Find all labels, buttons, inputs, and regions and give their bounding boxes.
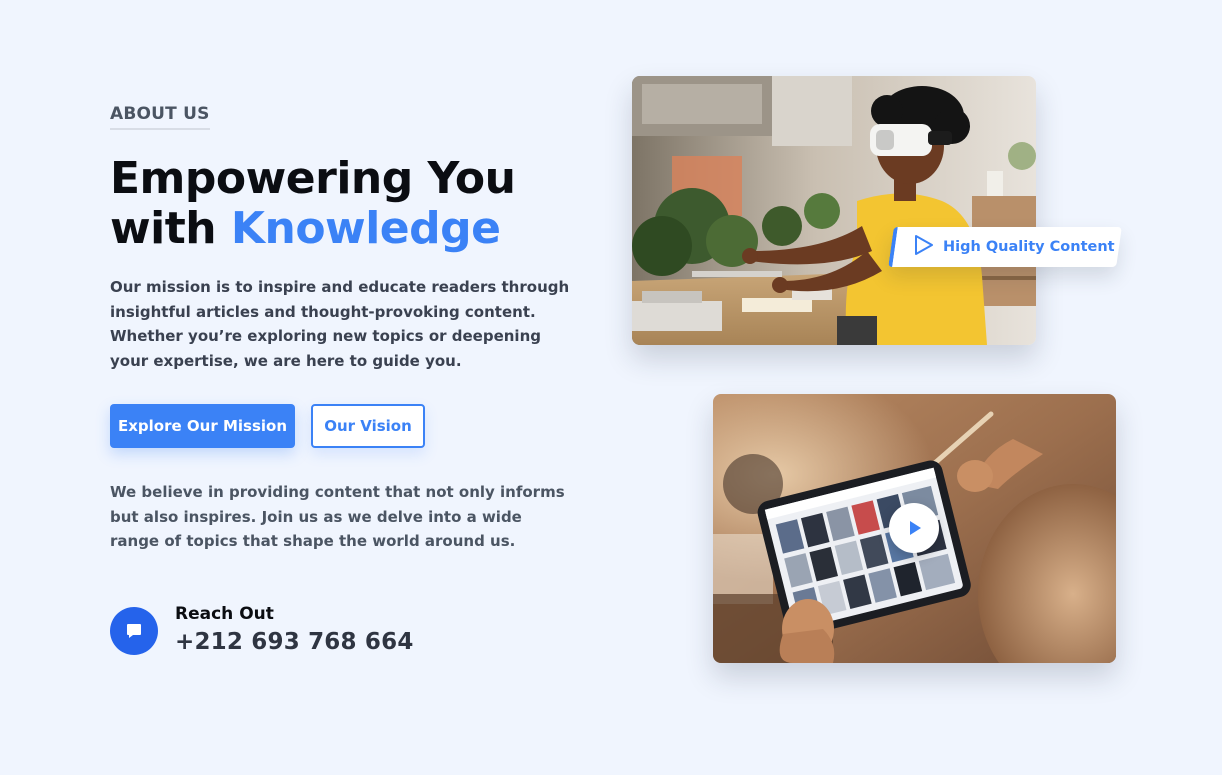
- headline-line-2: with: [110, 203, 231, 254]
- play-outline-icon: [911, 233, 935, 261]
- high-quality-badge: High Quality Content: [888, 227, 1122, 267]
- belief-paragraph: We believe in providing content that not…: [110, 483, 565, 550]
- our-vision-button[interactable]: Our Vision: [311, 404, 425, 448]
- mission-paragraph: Our mission is to inspire and educate re…: [110, 278, 570, 370]
- page-title: Empowering You with Knowledge: [110, 153, 516, 254]
- chat-bubble-icon[interactable]: [110, 607, 158, 655]
- headline-accent: Knowledge: [230, 203, 501, 254]
- badge-label: High Quality Content: [943, 239, 1115, 255]
- explore-mission-button[interactable]: Explore Our Mission: [110, 404, 295, 448]
- headline-line-1: Empowering You: [110, 153, 516, 204]
- play-icon[interactable]: [889, 503, 939, 553]
- section-eyebrow: ABOUT US: [110, 104, 210, 130]
- vr-headset-photo: [632, 76, 1036, 345]
- contact-phone[interactable]: +212 693 768 664: [175, 629, 414, 655]
- contact-label: Reach Out: [175, 604, 274, 624]
- about-section: ABOUT US Empowering You with Knowledge O…: [0, 0, 1222, 775]
